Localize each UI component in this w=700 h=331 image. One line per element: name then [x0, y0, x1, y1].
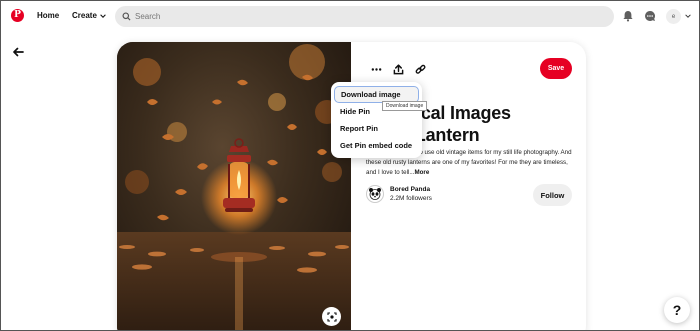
messages-icon[interactable] [644, 10, 656, 22]
share-icon [393, 63, 403, 74]
search-bar[interactable] [115, 6, 614, 27]
more-link[interactable]: More [415, 169, 430, 176]
pinterest-logo[interactable]: P [11, 9, 24, 22]
share-button[interactable] [390, 62, 406, 76]
creator-followers: 2.2M followers [390, 195, 432, 202]
follow-button[interactable]: Follow [533, 184, 572, 206]
creator-info[interactable]: Bored Panda 2.2M followers [366, 185, 432, 203]
copy-link-button[interactable] [412, 62, 428, 76]
user-avatar[interactable]: e [666, 9, 681, 24]
save-button[interactable]: Save [540, 58, 572, 79]
copy-link-icon [415, 64, 425, 74]
more-options-icon [371, 67, 381, 71]
nav-create-label: Create [72, 11, 97, 20]
more-options-menu: Download image Hide Pin Report Pin Get P… [331, 82, 422, 158]
back-arrow-icon[interactable] [12, 46, 24, 58]
search-input[interactable] [135, 12, 435, 21]
creator-name[interactable]: Bored Panda [390, 185, 432, 194]
more-options-button[interactable] [368, 62, 384, 76]
search-icon [122, 12, 131, 21]
lens-icon [326, 311, 337, 322]
creator-avatar[interactable] [366, 185, 384, 203]
panda-avatar-icon [369, 188, 381, 200]
visual-search-button[interactable] [322, 307, 341, 326]
help-button[interactable]: ? [664, 297, 690, 323]
pin-image[interactable] [117, 42, 351, 331]
lantern-photo-illustration [117, 42, 351, 331]
menu-item-report-pin[interactable]: Report Pin [334, 120, 419, 137]
pin-action-bar [368, 62, 434, 76]
nav-home-link[interactable]: Home [37, 11, 59, 20]
logo-letter: P [14, 10, 21, 20]
top-navigation-bar: P Home Create e [0, 0, 700, 34]
account-chevron-icon[interactable] [685, 13, 691, 19]
bell-icon[interactable] [622, 10, 634, 22]
chevron-down-icon [100, 13, 106, 18]
nav-create-menu[interactable]: Create [72, 11, 106, 20]
menu-item-get-embed-code[interactable]: Get Pin embed code [334, 137, 419, 154]
download-tooltip: Download image [382, 101, 428, 111]
